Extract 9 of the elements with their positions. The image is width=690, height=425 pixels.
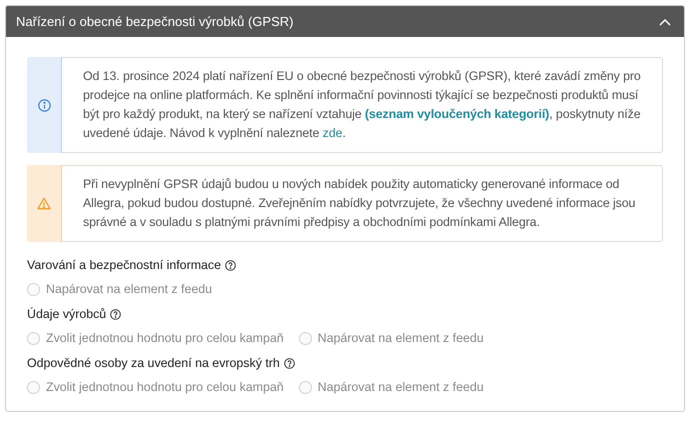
notice-text: Od 13. prosince 2024 platí nařízení EU o obecné bezpečnosti výrobků (GPSR), které zavádí změny pro prodejce na online platformách. Ke splnění informační povinnosti týkající se bezpečnosti produktů musí být pro každý produkt, na který se nařízení vztahuje (seznam vyloučených kategorií), poskytnuty níže uvedené údaje. Návod k vyplnění naleznete zde.: [82, 68, 642, 142]
panel-header[interactable]: Nařízení o obecné bezpečnosti výrobků (GPSR): [6, 6, 684, 37]
field-label: Varování a bezpečnostní informace: [27, 256, 222, 274]
field-label: Odpovědné osoby za uvedení na evropský trh: [27, 354, 280, 372]
notice-text: Při nevyplnění GPSR údajů budou u nových nabídek použity automaticky generované informace od Allegra, pokud budou dostupné. Zveřejněním nabídky potvrzujete, že všechny uvedené informace jsou správné a v souladu s platnými právními předpisy a obchodními podmínkami Allegra.: [82, 176, 636, 231]
field-label: Údaje výrobců: [27, 306, 106, 323]
notice-link[interactable]: (seznam vyloučených kategorií): [364, 107, 550, 121]
notice-link[interactable]: zde: [322, 126, 342, 140]
panel-title: Nařízení o obecné bezpečnosti výrobků (GPSR): [16, 12, 294, 31]
